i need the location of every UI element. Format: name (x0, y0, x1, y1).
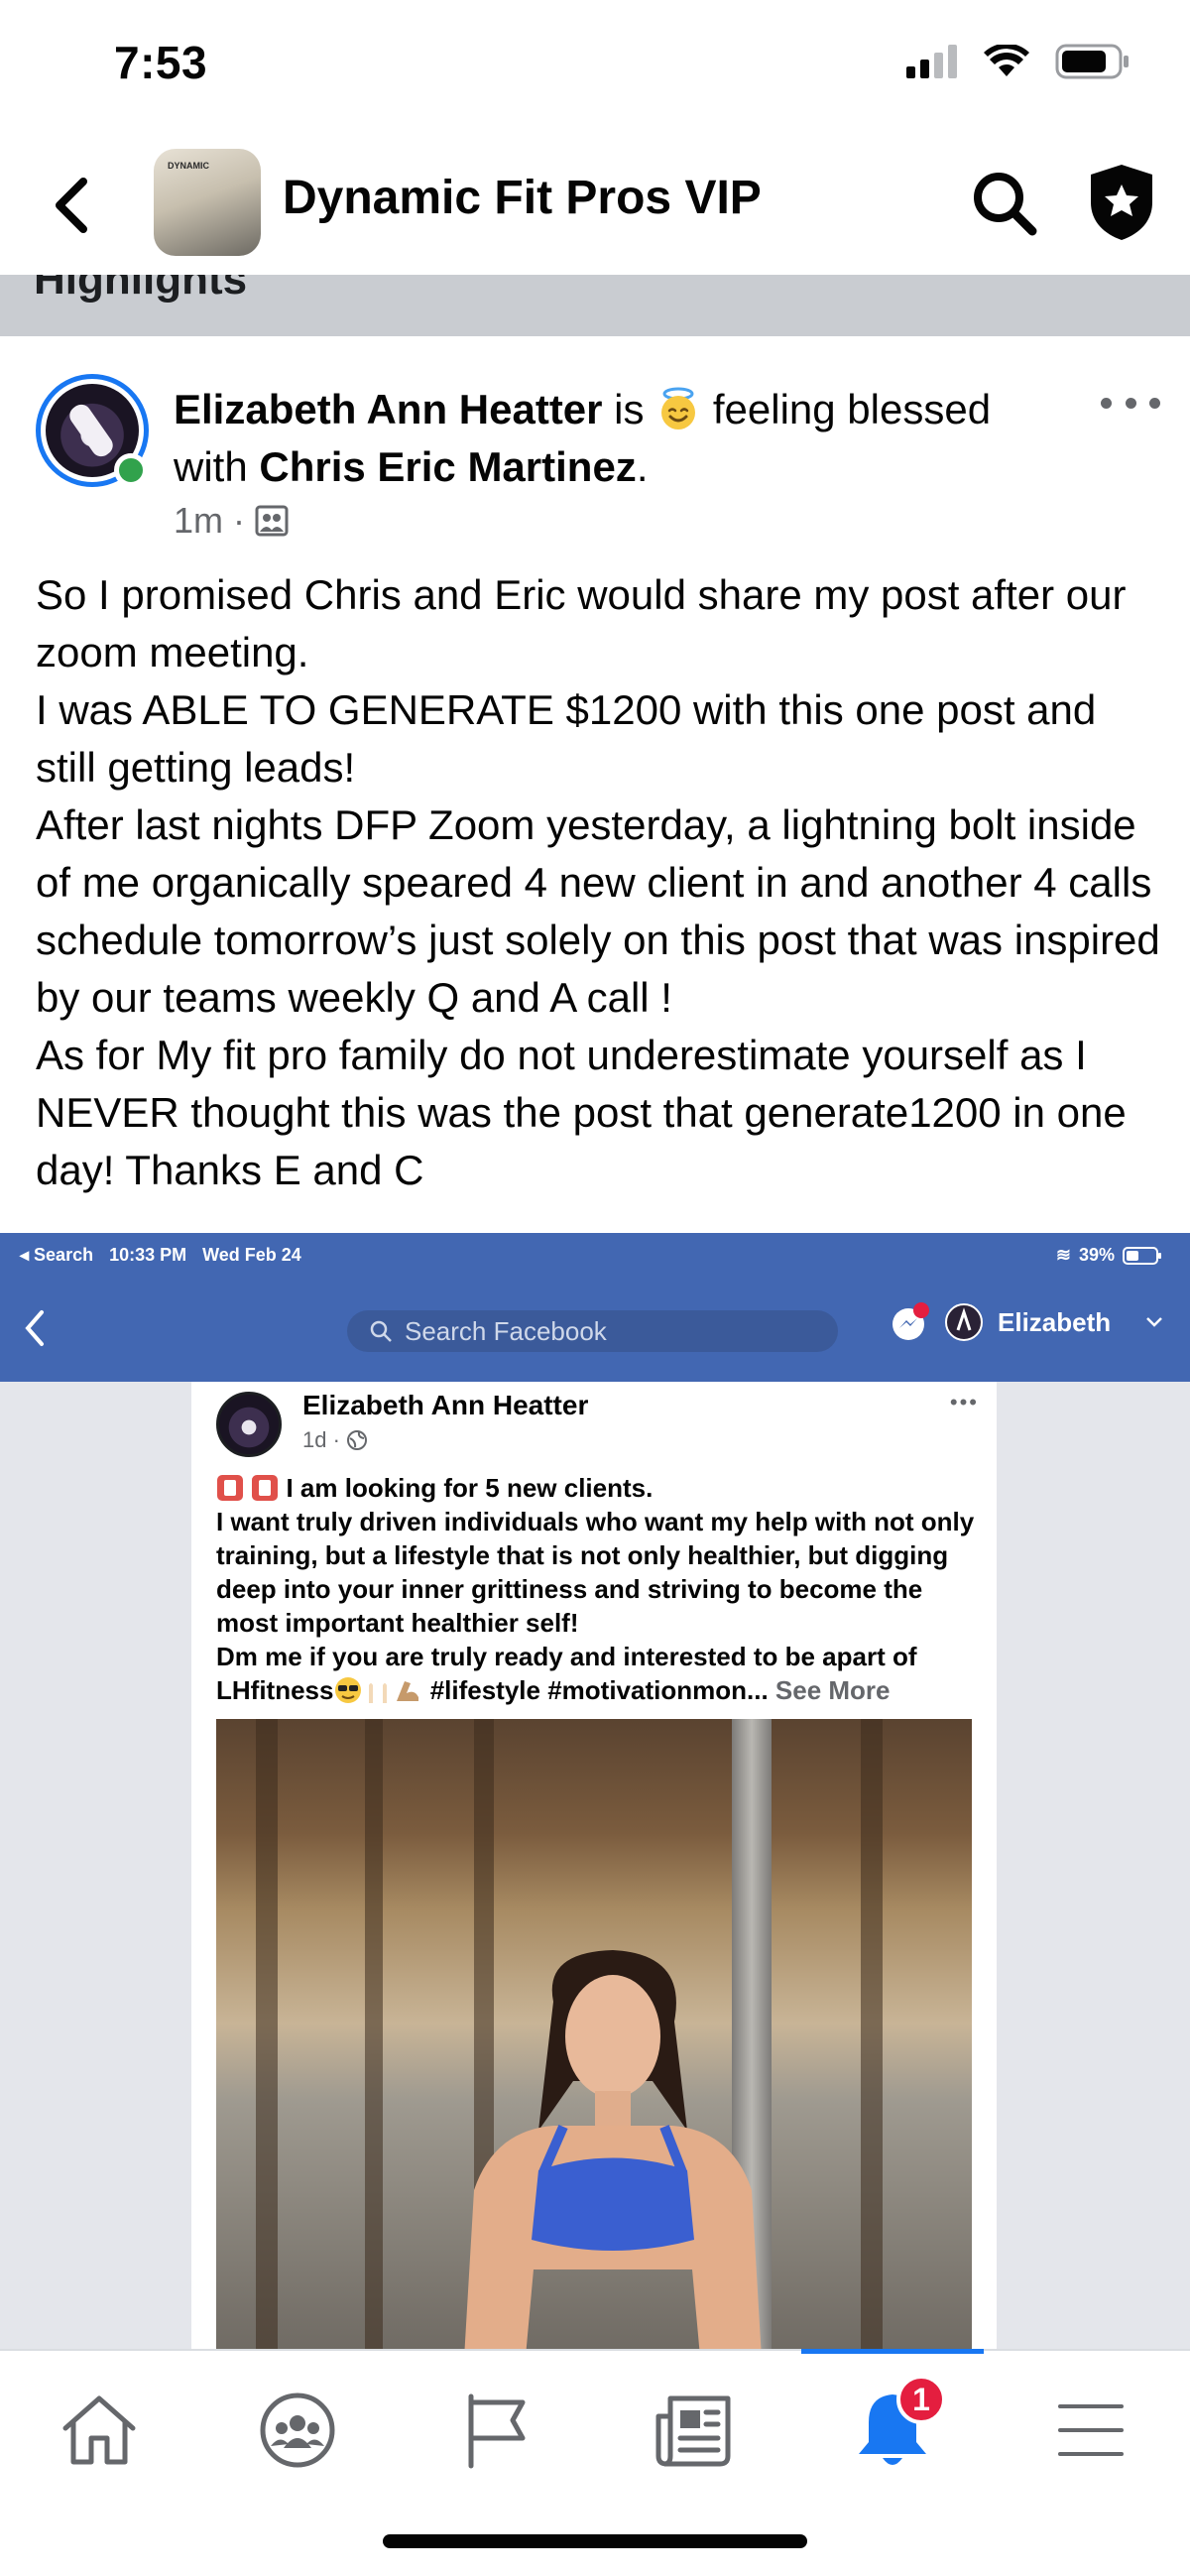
embedded-search-icon (370, 1320, 392, 1342)
embedded-avatar-icon (945, 1303, 983, 1341)
post-is-text: is (602, 386, 656, 432)
embedded-chevron-down-icon (1146, 1317, 1163, 1327)
flag-icon (468, 2393, 526, 2469)
embedded-post-body: I am looking for 5 new clients. I want t… (216, 1473, 975, 1705)
ceiling-beam (256, 1719, 278, 2349)
status-icons (906, 44, 1130, 79)
active-tab-indicator (801, 2349, 984, 2354)
dot-icon (1101, 397, 1112, 409)
embedded-more-icon: ••• (949, 1390, 979, 1414)
tab-pages[interactable] (436, 2381, 555, 2480)
embedded-battery-percent: 39% (1078, 1245, 1115, 1265)
group-members-privacy-icon (255, 505, 289, 537)
post-meta: 1m · (174, 500, 289, 542)
group-cover-thumbnail[interactable]: DYNAMIC (154, 149, 261, 256)
embedded-time: 10:33 PM (109, 1245, 187, 1265)
embedded-messenger-icon (892, 1302, 929, 1340)
sos-emoji-icon (252, 1475, 279, 1501)
tab-news[interactable] (635, 2381, 754, 2480)
embedded-post-photo (216, 1719, 972, 2349)
embedded-post-meta: 1d · (302, 1427, 368, 1453)
embedded-search-placeholder: Search Facebook (405, 1315, 607, 1346)
status-bar: 7:53 (0, 0, 1190, 131)
embedded-hashtags: #lifestyle #motivationmon... (422, 1675, 769, 1705)
group-thumb-text: DYNAMIC (168, 161, 209, 171)
dot-icon (1149, 397, 1160, 409)
notifications-badge: 1 (896, 2375, 946, 2424)
meta-separator: · (233, 500, 246, 541)
newspaper-icon (655, 2395, 731, 2467)
tab-home[interactable] (40, 2381, 159, 2480)
sos-emoji-icon (217, 1475, 243, 1501)
embedded-user-area: Elizabeth (891, 1302, 1166, 1342)
raised-hands-emoji-icon (369, 1683, 388, 1703)
embedded-facebook-nav: Search Facebook Elizabeth (0, 1277, 1190, 1382)
post-tagged-name[interactable]: Chris Eric Martinez (259, 443, 636, 490)
search-icon (974, 173, 1037, 236)
wifi-icon (984, 45, 1029, 76)
dot-icon (1125, 397, 1136, 409)
tab-menu[interactable] (1031, 2381, 1150, 2480)
embedded-date: Wed Feb 24 (202, 1245, 301, 1265)
highlights-section: Highlights (0, 275, 1190, 336)
embedded-user-name: Elizabeth (998, 1306, 1112, 1337)
online-status-dot (114, 453, 148, 487)
embedded-post-card: Elizabeth Ann Heatter 1d · ••• I am look… (191, 1382, 997, 2349)
hamburger-menu-icon (1058, 2404, 1124, 2456)
cellular-signal-icon (906, 45, 957, 78)
embedded-chevron-left-icon (25, 1310, 44, 1346)
angel-emoji-icon (661, 387, 696, 429)
group-title[interactable]: Dynamic Fit Pros VIP (283, 171, 762, 225)
post-author-name[interactable]: Elizabeth Ann Heatter (174, 386, 603, 432)
post-feeling-text: feeling blessed (701, 386, 992, 432)
post-time[interactable]: 1m (174, 500, 223, 542)
embedded-author-avatar (216, 1392, 282, 1457)
embedded-author-name: Elizabeth Ann Heatter (302, 1390, 589, 1420)
flexed-biceps-emoji-icon (397, 1681, 419, 1701)
embedded-status-bar: ◂ Search 10:33 PM Wed Feb 24 ≋ 39% (0, 1233, 1190, 1277)
post-attached-screenshot[interactable]: ◂ Search 10:33 PM Wed Feb 24 ≋ 39% Searc… (0, 1233, 1190, 2349)
groups-icon (260, 2392, 335, 2468)
admin-tools-button[interactable] (1087, 163, 1156, 242)
woman-figure-illustration (464, 1950, 762, 2349)
shield-star-icon (1091, 165, 1152, 240)
sunglasses-emoji-icon (335, 1677, 362, 1703)
embedded-back-to-search: ◂ Search (20, 1245, 94, 1265)
post-header-text: Elizabeth Ann Heatter is feeling blessed… (174, 381, 1066, 496)
home-indicator[interactable] (383, 2534, 807, 2548)
battery-icon (1055, 44, 1129, 79)
ceiling-beam (861, 1719, 883, 2349)
highlights-label: Highlights (34, 275, 248, 304)
home-icon (62, 2395, 136, 2465)
back-button[interactable] (42, 171, 101, 240)
post-period: . (636, 443, 649, 490)
tab-groups[interactable] (238, 2381, 357, 2480)
post-with-text: with (174, 443, 260, 490)
globe-icon (346, 1430, 367, 1450)
tab-notifications[interactable]: 1 (833, 2375, 952, 2480)
embedded-see-more-link: See More (768, 1675, 891, 1705)
search-button[interactable] (970, 169, 1039, 238)
embedded-battery-icon (1123, 1246, 1161, 1265)
ceiling-beam (365, 1719, 383, 2349)
embedded-time-ago: 1d · (302, 1427, 340, 1452)
status-time: 7:53 (114, 37, 208, 88)
embedded-wifi-icon: ≋ (1055, 1245, 1071, 1265)
chevron-left-icon (56, 178, 87, 233)
post-body-text: So I promised Chris and Eric would share… (36, 571, 1160, 1193)
post-more-options-button[interactable] (1101, 388, 1160, 418)
group-header: DYNAMIC Dynamic Fit Pros VIP (0, 131, 1190, 275)
embedded-post-text: I am looking for 5 new clients. I want t… (216, 1471, 985, 1707)
embedded-search-field: Search Facebook (347, 1310, 838, 1352)
